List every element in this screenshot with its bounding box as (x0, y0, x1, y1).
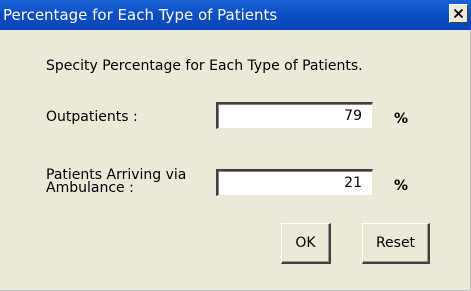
ambulance-unit: % (394, 178, 409, 194)
ok-button[interactable]: OK (281, 223, 331, 264)
close-icon (454, 9, 463, 18)
ambulance-field[interactable] (216, 169, 373, 196)
outpatients-label: Outpatients : (46, 109, 138, 125)
instruction-text: Specity Percentage for Each Type of Pati… (46, 58, 363, 74)
window-title: Percentage for Each Type of Patients (3, 6, 278, 24)
title-bar[interactable]: Percentage for Each Type of Patients (0, 0, 471, 30)
ambulance-label-line2: Ambulance : (46, 180, 134, 196)
outpatients-field[interactable] (216, 102, 373, 129)
outpatients-unit: % (394, 111, 409, 127)
reset-button[interactable]: Reset (362, 223, 430, 264)
dialog-window: Percentage for Each Type of Patients Spe… (0, 0, 471, 291)
close-button[interactable] (449, 4, 468, 23)
